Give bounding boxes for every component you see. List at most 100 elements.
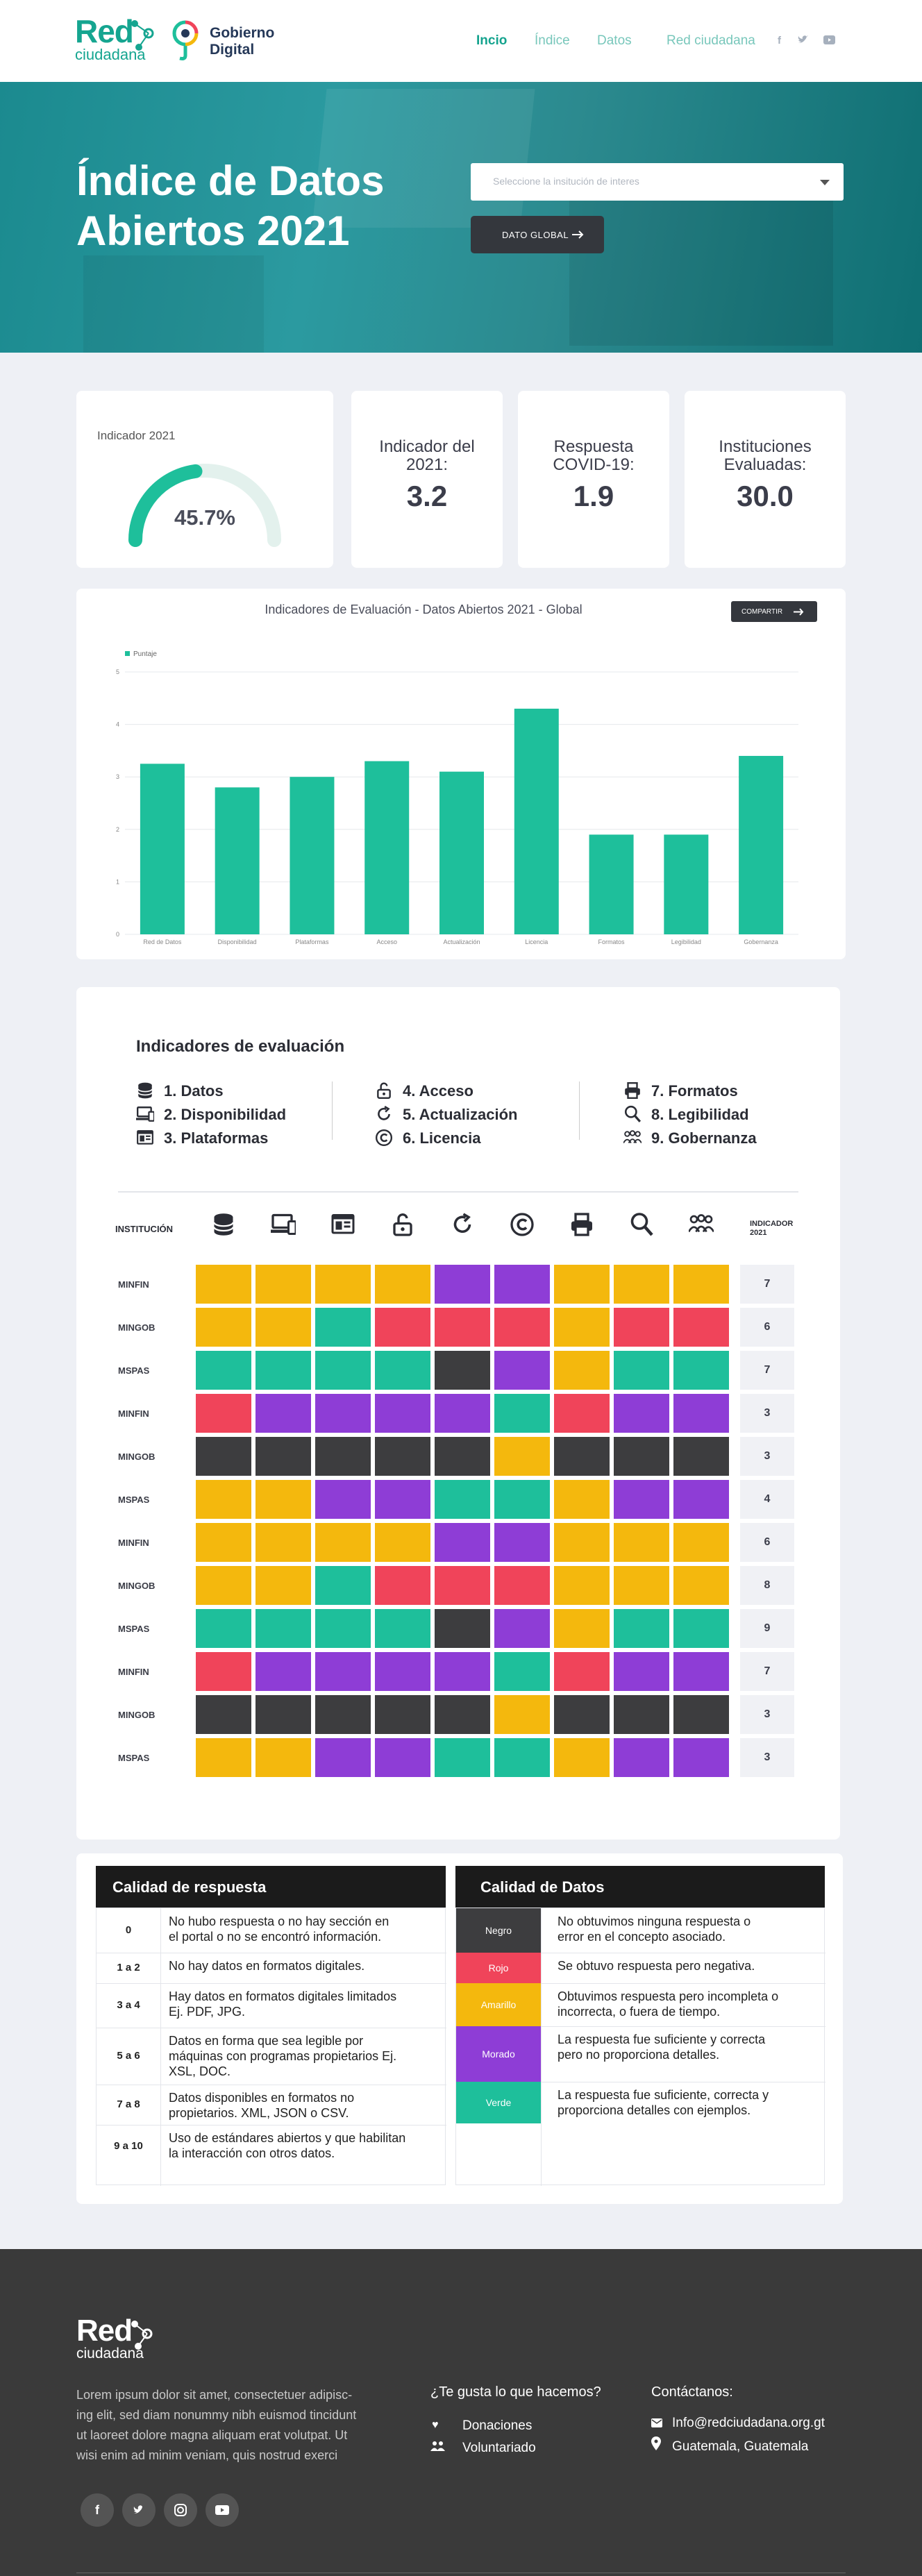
score-cell[interactable] bbox=[255, 1523, 311, 1562]
score-cell[interactable] bbox=[315, 1351, 371, 1390]
score-cell[interactable] bbox=[255, 1265, 311, 1304]
score-cell[interactable] bbox=[554, 1480, 610, 1519]
score-cell[interactable] bbox=[196, 1566, 251, 1605]
score-cell[interactable] bbox=[614, 1695, 669, 1734]
score-cell[interactable] bbox=[255, 1308, 311, 1347]
score-cell[interactable] bbox=[435, 1566, 490, 1605]
score-cell[interactable] bbox=[435, 1609, 490, 1648]
score-cell[interactable] bbox=[435, 1351, 490, 1390]
nav-link-datos[interactable]: Datos bbox=[597, 33, 632, 49]
score-cell[interactable] bbox=[196, 1695, 251, 1734]
score-cell[interactable] bbox=[196, 1308, 251, 1347]
score-cell[interactable] bbox=[673, 1351, 729, 1390]
facebook-icon[interactable]: f bbox=[778, 35, 781, 47]
score-cell[interactable] bbox=[554, 1437, 610, 1476]
score-cell[interactable] bbox=[255, 1738, 311, 1777]
score-cell[interactable] bbox=[494, 1308, 550, 1347]
score-cell[interactable] bbox=[554, 1695, 610, 1734]
score-cell[interactable] bbox=[554, 1652, 610, 1691]
facebook-icon[interactable]: f bbox=[81, 2493, 114, 2527]
score-cell[interactable] bbox=[315, 1523, 371, 1562]
score-cell[interactable] bbox=[315, 1394, 371, 1433]
bar[interactable] bbox=[439, 771, 484, 934]
score-cell[interactable] bbox=[494, 1437, 550, 1476]
score-cell[interactable] bbox=[614, 1738, 669, 1777]
score-cell[interactable] bbox=[614, 1437, 669, 1476]
nav-link-indice[interactable]: Índice bbox=[535, 33, 570, 49]
bar[interactable] bbox=[664, 834, 709, 934]
footer-logo[interactable]: Red ciudadana bbox=[76, 2316, 153, 2361]
score-cell[interactable] bbox=[673, 1695, 729, 1734]
score-cell[interactable] bbox=[494, 1351, 550, 1390]
score-cell[interactable] bbox=[196, 1652, 251, 1691]
bar[interactable] bbox=[364, 761, 410, 934]
score-cell[interactable] bbox=[255, 1437, 311, 1476]
youtube-icon[interactable] bbox=[823, 35, 835, 44]
score-cell[interactable] bbox=[375, 1652, 430, 1691]
score-cell[interactable] bbox=[435, 1308, 490, 1347]
score-cell[interactable] bbox=[255, 1351, 311, 1390]
score-cell[interactable] bbox=[255, 1695, 311, 1734]
nav-link-inicio[interactable]: Incio bbox=[476, 33, 507, 49]
score-cell[interactable] bbox=[375, 1738, 430, 1777]
score-cell[interactable] bbox=[614, 1351, 669, 1390]
score-cell[interactable] bbox=[494, 1609, 550, 1648]
score-cell[interactable] bbox=[375, 1308, 430, 1347]
score-cell[interactable] bbox=[196, 1351, 251, 1390]
bar[interactable] bbox=[215, 787, 260, 934]
score-cell[interactable] bbox=[494, 1566, 550, 1605]
share-button[interactable]: COMPARTIR bbox=[731, 601, 817, 622]
score-cell[interactable] bbox=[435, 1265, 490, 1304]
score-cell[interactable] bbox=[614, 1265, 669, 1304]
score-cell[interactable] bbox=[435, 1523, 490, 1562]
score-cell[interactable] bbox=[673, 1652, 729, 1691]
score-cell[interactable] bbox=[196, 1523, 251, 1562]
score-cell[interactable] bbox=[375, 1437, 430, 1476]
bar[interactable] bbox=[290, 777, 335, 934]
score-cell[interactable] bbox=[494, 1652, 550, 1691]
score-cell[interactable] bbox=[554, 1394, 610, 1433]
twitter-icon[interactable] bbox=[797, 35, 808, 44]
score-cell[interactable] bbox=[494, 1523, 550, 1562]
footer-link-donaciones[interactable]: Donaciones bbox=[462, 2418, 532, 2434]
score-cell[interactable] bbox=[494, 1394, 550, 1433]
score-cell[interactable] bbox=[315, 1437, 371, 1476]
score-cell[interactable] bbox=[435, 1394, 490, 1433]
instagram-icon[interactable] bbox=[164, 2493, 197, 2527]
score-cell[interactable] bbox=[255, 1652, 311, 1691]
score-cell[interactable] bbox=[196, 1609, 251, 1648]
score-cell[interactable] bbox=[554, 1566, 610, 1605]
score-cell[interactable] bbox=[435, 1695, 490, 1734]
score-cell[interactable] bbox=[554, 1351, 610, 1390]
score-cell[interactable] bbox=[196, 1480, 251, 1519]
score-cell[interactable] bbox=[375, 1351, 430, 1390]
score-cell[interactable] bbox=[435, 1437, 490, 1476]
score-cell[interactable] bbox=[315, 1566, 371, 1605]
score-cell[interactable] bbox=[375, 1523, 430, 1562]
score-cell[interactable] bbox=[315, 1652, 371, 1691]
footer-email[interactable]: Info@redciudadana.org.gt bbox=[672, 2416, 825, 2431]
score-cell[interactable] bbox=[673, 1437, 729, 1476]
score-cell[interactable] bbox=[375, 1394, 430, 1433]
bar[interactable] bbox=[140, 764, 185, 934]
score-cell[interactable] bbox=[435, 1738, 490, 1777]
dato-global-button[interactable]: DATO GLOBAL bbox=[471, 216, 604, 253]
score-cell[interactable] bbox=[614, 1523, 669, 1562]
score-cell[interactable] bbox=[435, 1480, 490, 1519]
score-cell[interactable] bbox=[196, 1738, 251, 1777]
score-cell[interactable] bbox=[614, 1308, 669, 1347]
score-cell[interactable] bbox=[494, 1738, 550, 1777]
score-cell[interactable] bbox=[614, 1394, 669, 1433]
score-cell[interactable] bbox=[494, 1265, 550, 1304]
score-cell[interactable] bbox=[673, 1738, 729, 1777]
score-cell[interactable] bbox=[673, 1609, 729, 1648]
score-cell[interactable] bbox=[673, 1394, 729, 1433]
bar[interactable] bbox=[739, 755, 784, 934]
score-cell[interactable] bbox=[196, 1437, 251, 1476]
score-cell[interactable] bbox=[614, 1652, 669, 1691]
score-cell[interactable] bbox=[375, 1265, 430, 1304]
score-cell[interactable] bbox=[375, 1566, 430, 1605]
score-cell[interactable] bbox=[494, 1480, 550, 1519]
score-cell[interactable] bbox=[255, 1609, 311, 1648]
twitter-icon[interactable] bbox=[122, 2493, 156, 2527]
